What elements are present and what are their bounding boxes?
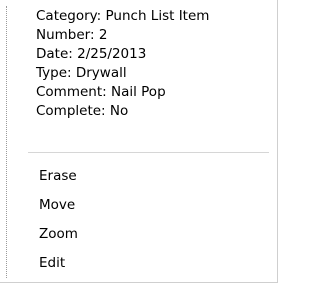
info-number: Number: 2 xyxy=(36,27,108,43)
action-menu: Erase Move Zoom Edit xyxy=(39,162,78,278)
context-popup: Category: Punch List Item Number: 2 Date… xyxy=(0,0,278,283)
info-complete: Complete: No xyxy=(36,103,129,119)
menu-separator xyxy=(28,152,269,153)
menu-item-erase[interactable]: Erase xyxy=(39,162,78,191)
item-info: Category: Punch List Item Number: 2 Date… xyxy=(36,7,209,121)
info-category: Category: Punch List Item xyxy=(36,8,210,24)
menu-item-move[interactable]: Move xyxy=(39,191,78,220)
info-type: Type: Drywall xyxy=(36,65,127,81)
popup-grip xyxy=(6,6,8,278)
info-comment: Comment: Nail Pop xyxy=(36,84,166,100)
menu-item-edit[interactable]: Edit xyxy=(39,249,78,278)
info-date: Date: 2/25/2013 xyxy=(36,46,147,62)
menu-item-zoom[interactable]: Zoom xyxy=(39,220,78,249)
